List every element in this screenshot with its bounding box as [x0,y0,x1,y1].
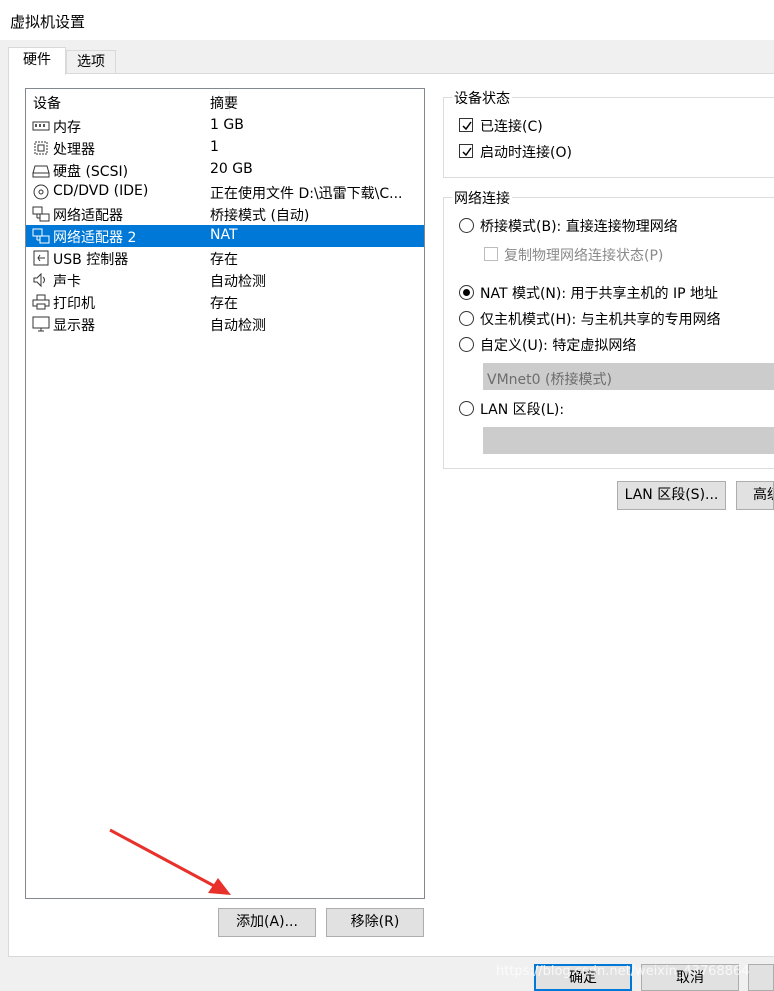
processor-icon [32,140,50,156]
title-bar: 虚拟机设置 [0,0,774,40]
advanced-button[interactable]: 高级 [736,481,774,510]
device-row-display[interactable]: 显示器 自动检测 [26,313,424,335]
device-summary: 1 [210,139,219,155]
device-row-network-adapter-2[interactable]: 网络适配器 2 NAT [26,225,424,247]
check-icon [462,147,472,157]
nat-label[interactable]: NAT 模式(N): 用于共享主机的 IP 地址 [480,283,718,303]
host-only-label[interactable]: 仅主机模式(H): 与主机共享的专用网络 [480,309,721,329]
help-button[interactable] [748,964,774,991]
device-row-memory[interactable]: 内存 1 GB [26,115,424,137]
device-summary: 1 GB [210,117,244,133]
network-adapter-icon [32,206,50,222]
window-title: 虚拟机设置 [10,13,86,31]
device-summary: 存在 [210,296,238,312]
host-only-radio[interactable] [459,311,474,326]
device-row-printer[interactable]: 打印机 存在 [26,291,424,313]
connect-at-power-on-label[interactable]: 启动时连接(O) [480,142,572,162]
device-status-group: 设备状态 [443,88,774,178]
column-header-summary[interactable]: 摘要 [210,93,238,113]
custom-label[interactable]: 自定义(U): 特定虚拟网络 [480,335,636,355]
annotation-arrow [109,828,231,895]
device-name: 显示器 [53,318,95,334]
lan-segments-button[interactable]: LAN 区段(S)... [617,481,726,510]
device-name: CD/DVD (IDE) [53,183,149,199]
device-summary: 自动检测 [210,274,266,290]
watermark-text: https://blog.csdn.net/weixin_43768864 [496,964,750,979]
nat-radio[interactable] [459,285,474,300]
tab-options[interactable]: 选项 [66,50,116,73]
lan-segment-label[interactable]: LAN 区段(L): [480,399,564,419]
device-row-cdrom[interactable]: CD/DVD (IDE) 正在使用文件 D:\迅雷下载\C... [26,181,424,203]
lan-segment-select[interactable] [483,427,774,454]
device-list-header: 设备 摘要 [26,89,424,113]
lan-segment-radio[interactable] [459,401,474,416]
network-adapter-icon [32,228,50,244]
connected-label[interactable]: 已连接(C) [480,116,543,136]
device-name: USB 控制器 [53,252,129,268]
device-status-label: 设备状态 [452,88,512,108]
device-name: 打印机 [53,296,95,312]
cdrom-icon [32,184,50,200]
add-button[interactable]: 添加(A)... [218,908,316,937]
bridged-label[interactable]: 桥接模式(B): 直接连接物理网络 [480,216,678,236]
replicate-state-label[interactable]: 复制物理网络连接状态(P) [504,245,663,265]
device-summary: 桥接模式 (自动) [210,208,310,224]
connect-at-power-on-checkbox[interactable] [459,144,473,158]
bridged-radio[interactable] [459,218,474,233]
device-list[interactable]: 设备 摘要 内存 1 GB 处理器 1 硬盘 (SCSI) 20 GB CD/D… [25,88,425,899]
device-row-harddisk[interactable]: 硬盘 (SCSI) 20 GB [26,159,424,181]
device-summary: NAT [210,227,238,243]
monitor-icon [32,316,50,332]
device-row-processor[interactable]: 处理器 1 [26,137,424,159]
device-row-sound[interactable]: 声卡 自动检测 [26,269,424,291]
tab-hardware[interactable]: 硬件 [8,47,66,75]
custom-network-select[interactable]: VMnet0 (桥接模式) [483,363,774,390]
device-row-usb[interactable]: USB 控制器 存在 [26,247,424,269]
device-name: 网络适配器 [53,208,123,224]
device-summary: 存在 [210,252,238,268]
network-connection-label: 网络连接 [452,188,512,208]
device-row-network-adapter[interactable]: 网络适配器 桥接模式 (自动) [26,203,424,225]
memory-icon [32,118,50,134]
speaker-icon [32,272,50,288]
harddisk-icon [32,162,50,178]
printer-icon [32,294,50,310]
device-summary: 自动检测 [210,318,266,334]
device-name: 网络适配器 2 [53,230,137,246]
connected-checkbox[interactable] [459,118,473,132]
remove-button[interactable]: 移除(R) [326,908,424,937]
column-header-device[interactable]: 设备 [33,93,61,113]
replicate-state-checkbox[interactable] [484,247,498,261]
device-name: 内存 [53,120,81,136]
device-name: 声卡 [53,274,81,290]
usb-icon [32,250,50,266]
device-summary: 20 GB [210,161,253,177]
device-summary: 正在使用文件 D:\迅雷下载\C... [210,186,403,202]
custom-radio[interactable] [459,337,474,352]
custom-network-value: VMnet0 (桥接模式) [487,372,612,388]
device-name: 硬盘 (SCSI) [53,164,129,180]
device-name: 处理器 [53,142,95,158]
check-icon [462,121,472,131]
